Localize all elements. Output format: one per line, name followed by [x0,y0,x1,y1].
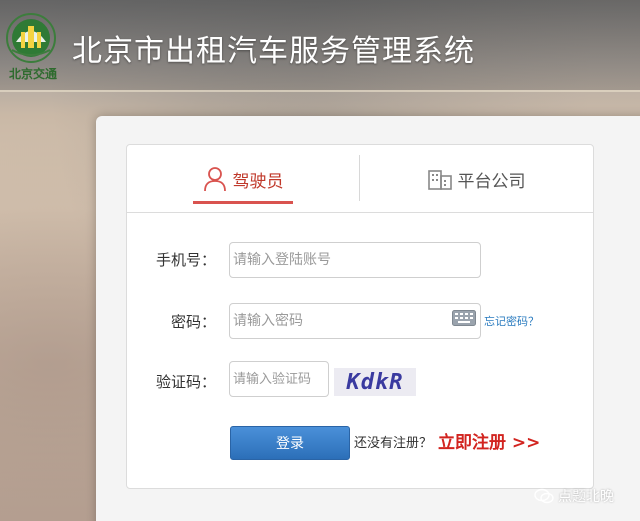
phone-input[interactable] [229,242,481,278]
active-tab-indicator [193,201,293,204]
logo-text: 北京交通 [8,67,57,81]
watermark-text: 点题北晚 [558,489,614,505]
password-input[interactable] [229,303,481,339]
register-link[interactable]: 立即注册 >> [438,428,540,453]
phone-label: 手机号： [155,251,216,269]
tab-driver-label: 驾驶员 [232,171,284,192]
site-title: 北京市出租汽车服务管理系统 [72,34,475,69]
captcha-image[interactable]: KdkR [334,368,416,396]
keyboard-icon[interactable] [452,310,476,326]
building-icon [427,168,452,190]
wechat-icon [534,488,554,504]
header-divider [0,90,640,92]
password-label: 密码： [170,313,216,331]
tab-platform-company[interactable]: 平台公司 [360,145,593,213]
tab-company-label: 平台公司 [457,171,526,192]
login-button[interactable]: 登录 [230,426,350,460]
tab-bar: 驾驶员 平台公司 [127,145,593,213]
captcha-image-text: KdkR [346,369,404,395]
no-account-text: 还没有注册？ [354,436,433,451]
captcha-label: 验证码： [155,373,216,391]
person-icon [203,166,227,192]
forgot-password-link[interactable]: 忘记密码？ [484,313,539,329]
logo-emblem-icon [6,13,56,63]
captcha-input[interactable] [229,361,329,397]
beijing-transport-logo: 北京交通 [2,12,60,81]
watermark: 点题北晚 [534,486,614,506]
